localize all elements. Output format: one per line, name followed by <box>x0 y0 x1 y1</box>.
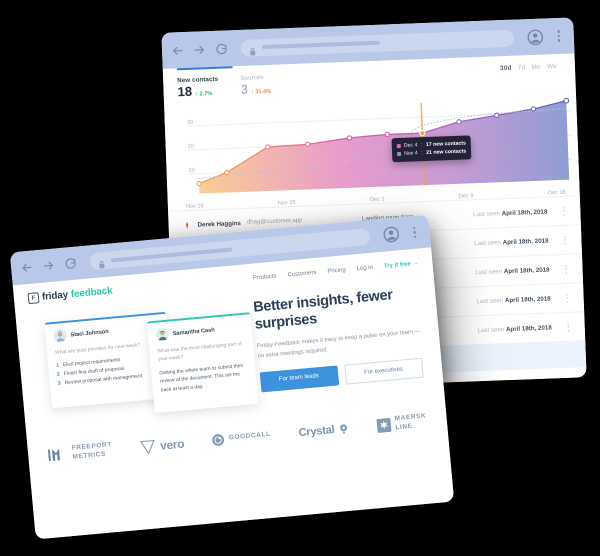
lock-icon <box>249 43 256 56</box>
contact-email: dhag@customer.app <box>246 217 303 227</box>
row-menu-icon[interactable] <box>562 293 571 303</box>
analytics-address-bar[interactable] <box>240 29 515 57</box>
contact-last-seen: Last seen April 18th, 2018 <box>475 266 550 276</box>
contact-avatar-icon <box>182 221 191 230</box>
logo-crystal: Crystal <box>298 422 350 439</box>
metric-sources[interactable]: Sources 3 ↑ 31.4% <box>240 74 271 98</box>
metric-new-contacts[interactable]: New contacts 18 ↑ 2.7% <box>177 76 219 101</box>
card-header: Samantha Cash <box>155 321 244 342</box>
contact-name: Derek Haggins <box>197 219 242 229</box>
metric-delta: ↑ 2.7% <box>195 90 213 98</box>
range-option-mo[interactable]: Mo <box>531 64 541 71</box>
logo-text: MAERSK LINE <box>394 412 427 431</box>
nav-link-pricing[interactable]: Pricing <box>327 267 346 275</box>
logo-text: FREEPORT METRICS <box>71 441 113 461</box>
marketing-url-text <box>110 246 233 262</box>
contact-last-seen: Last seen April 18th, 2018 <box>476 295 551 305</box>
crystal-mark-icon <box>340 424 348 434</box>
range-option-7d[interactable]: 7d <box>518 64 526 71</box>
card-header: Staci Johnson <box>53 320 160 343</box>
feedback-card-samantha[interactable]: Samantha Cash What was the most challeng… <box>146 312 259 414</box>
logo-text: GOODCALL <box>228 431 272 442</box>
logo-vero: vero <box>139 435 185 455</box>
contacts-area-chart[interactable]: 30 20 10 Dec 4: 17 new contacts Nov 4:… <box>164 92 579 203</box>
hero-subheading: Friday Feedback makes it easy to keep a … <box>256 328 421 360</box>
range-option-we[interactable]: We <box>547 63 557 70</box>
contact-last-seen: Last seen April 18th, 2018 <box>477 324 552 334</box>
logo-text: vero <box>159 436 185 453</box>
marketing-content: F friday feedback Products Customers Pri… <box>12 247 455 540</box>
brand-mark-icon: F <box>27 292 40 305</box>
logo-freeport-metrics: FREEPORT METRICS <box>47 441 113 464</box>
row-menu-icon[interactable] <box>559 206 568 216</box>
account-avatar-icon[interactable] <box>526 28 544 46</box>
x-tick: Dec 2 <box>369 196 385 204</box>
screenshot-stage: 30d 7d Mo We New contacts 18 ↑ 2.7% Sour… <box>0 0 600 556</box>
for-team-leads-button[interactable]: For team leads <box>259 365 339 393</box>
contact-last-seen: Last seen April 18th, 2018 <box>472 208 548 219</box>
tooltip-swatch-pink <box>396 144 401 148</box>
forward-arrow-icon[interactable] <box>193 43 206 56</box>
reload-icon[interactable] <box>64 257 78 271</box>
nav-link-products[interactable]: Products <box>253 273 277 281</box>
row-menu-icon[interactable] <box>564 322 573 332</box>
metric-value-row: 3 ↑ 31.4% <box>240 81 271 98</box>
metric-value: 3 <box>240 81 249 97</box>
card-author-name: Samantha Cash <box>172 326 215 337</box>
lock-icon <box>98 256 106 269</box>
x-tick: Dec 18 <box>547 190 566 197</box>
row-menu-icon[interactable] <box>560 235 569 245</box>
range-option-active[interactable]: 30d <box>500 65 512 72</box>
analytics-url-text <box>261 40 381 50</box>
chart-hover-point <box>419 130 426 137</box>
back-arrow-icon[interactable] <box>171 44 184 57</box>
reload-icon[interactable] <box>215 42 228 55</box>
card-question: What was the most challenging part of yo… <box>157 340 243 363</box>
freeport-mark-icon <box>47 448 61 462</box>
contact-last-seen: Last seen April 18th, 2018 <box>474 237 549 248</box>
nav-cta-try-free[interactable]: Try it free → <box>384 260 419 269</box>
chart-svg: 30 20 10 <box>187 98 573 194</box>
chart-tooltip: Dec 4: 17 new contacts Nov 4: 21 new con… <box>391 135 472 163</box>
card-author-name: Staci Johnson <box>70 328 109 338</box>
svg-text:20: 20 <box>188 144 194 150</box>
marketing-browser-window: F friday feedback Products Customers Pri… <box>9 214 455 540</box>
brand-word-one: friday <box>41 289 69 303</box>
back-arrow-icon[interactable] <box>20 261 34 275</box>
browser-menu-icon[interactable] <box>553 30 565 42</box>
svg-text:30: 30 <box>187 120 193 126</box>
logo-text: Crystal <box>298 423 335 439</box>
metric-value-row: 18 ↑ 2.7% <box>177 83 219 101</box>
card-answer: Getting the whole team to submit their r… <box>159 362 244 394</box>
tooltip-swatch-purple <box>397 152 401 157</box>
x-tick: Nov 25 <box>277 200 296 207</box>
account-avatar-icon[interactable] <box>382 225 400 243</box>
maersk-star-icon <box>376 417 392 433</box>
vero-mark-icon <box>140 439 155 454</box>
nav-link-customers[interactable]: Customers <box>287 269 316 278</box>
metric-value: 18 <box>177 83 193 100</box>
hero-button-group: For team leads For executives <box>259 357 429 393</box>
nav-link-login[interactable]: Log in <box>356 264 373 271</box>
logo-goodcall: GOODCALL <box>211 429 271 447</box>
avatar <box>155 328 169 342</box>
hero-copy: Better insights, fewer surprises Friday … <box>252 283 430 406</box>
for-executives-button[interactable]: For executives <box>343 357 424 385</box>
row-menu-icon[interactable] <box>561 264 570 274</box>
feedback-card-group: Staci Johnson What are your priorities f… <box>30 299 259 426</box>
tooltip-date: Nov 4 <box>404 150 418 157</box>
svg-text:10: 10 <box>188 168 194 174</box>
page-title: Better insights, fewer surprises <box>252 287 394 333</box>
goodcall-mark-icon <box>212 434 225 446</box>
tooltip-row: Nov 4: 21 new contacts <box>397 148 466 159</box>
x-tick: Dec 9 <box>458 193 474 201</box>
avatar <box>53 329 67 343</box>
metric-delta: ↑ 31.4% <box>250 88 272 96</box>
x-tick: Nov 19 <box>185 203 204 211</box>
browser-menu-icon[interactable] <box>408 226 421 239</box>
forward-arrow-icon[interactable] <box>42 259 56 273</box>
tooltip-text: 21 new contacts <box>426 148 467 157</box>
logo-maersk-line: MAERSK LINE <box>376 413 427 434</box>
